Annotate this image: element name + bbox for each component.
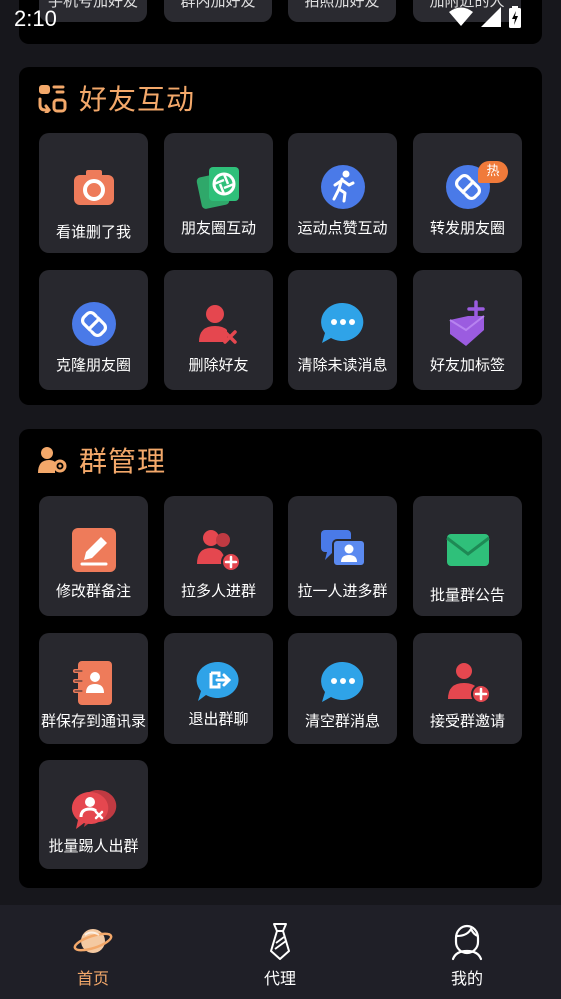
planet-icon [73,929,113,953]
accept-invite-icon [447,663,491,704]
tab-label: 我的 [450,969,483,988]
tab-agent[interactable]: 代理 [220,905,340,999]
tile-label: 退出群聊 [188,710,249,728]
tab-label: 首页 [76,969,109,988]
tile-label: 转发朋友圈 [429,219,505,237]
status-bar: 2:10 [0,0,561,38]
tile-label: 批量群公告 [429,586,505,604]
tile-label: 修改群备注 [55,582,131,600]
tile-exit-group[interactable]: 退出群聊 [164,633,273,744]
tile-label: 好友加标签 [429,356,505,374]
hot-badge: 热 [478,161,508,183]
tile-label: 删除好友 [188,356,249,374]
tile-forward-moments[interactable]: 热 转发朋友圈 [413,133,522,253]
tile-bulk-announcement[interactable]: 批量群公告 [413,496,522,616]
clone-link-icon [71,302,116,346]
tile-sport-like[interactable]: 运动点赞互动 [288,133,397,253]
tile-label: 拉一人进多群 [297,582,388,600]
tile-add-multiple-to-group[interactable]: 拉多人进群 [164,496,273,616]
running-icon [320,165,365,209]
battery-icon [509,6,521,28]
kick-user-icon [71,789,116,829]
tile-save-group-contacts[interactable]: 群保存到通讯录 [39,633,148,744]
section-title: 好友互动 [79,83,196,116]
tile-delete-friend[interactable]: 删除好友 [164,270,273,390]
tile-clear-unread[interactable]: 清除未读消息 [288,270,397,390]
tile-label: 运动点赞互动 [297,219,388,237]
section-header: 群管理 [37,443,167,478]
tile-label: 接受群邀请 [429,712,505,730]
delete-user-icon [198,305,237,344]
tile-clear-group-messages[interactable]: 清空群消息 [288,633,397,744]
tile-bulk-kick-members[interactable]: 批量踢人出群 [39,760,148,869]
tile-edit-group-remark[interactable]: 修改群备注 [39,496,148,616]
chat-bubble-icon [320,302,363,343]
signal-icon [481,7,501,27]
tile-label: 朋友圈互动 [180,219,256,237]
chat-user-icon [320,530,366,567]
tile-label: 看谁删了我 [55,223,131,241]
chat-bubble-icon [320,661,363,702]
tile-accept-group-invite[interactable]: 接受群邀请 [413,633,522,744]
section-title: 群管理 [79,445,167,478]
add-users-icon [196,530,241,572]
tile-clone-moments[interactable]: 克隆朋友圈 [39,270,148,390]
tie-icon [270,923,290,960]
contacts-book-icon [72,661,112,705]
section-friend-interaction: 好友互动 看谁删了我 朋友圈互动 运动点赞互动 热 转发朋友圈 克隆朋友圈 删除… [19,67,542,405]
bottom-tab-bar: 首页 代理 我的 [0,905,561,999]
group-manage-icon [38,447,67,473]
mail-icon [445,534,490,566]
status-time: 2:10 [14,6,57,31]
tile-label: 群保存到通讯录 [40,712,146,730]
exit-chat-icon [196,661,239,701]
tile-label: 批量踢人出群 [48,837,139,855]
edit-icon [71,528,116,572]
tile-add-one-to-groups[interactable]: 拉一人进多群 [288,496,397,616]
profile-icon [451,924,483,961]
tab-label: 代理 [263,969,296,988]
tab-mine[interactable]: 我的 [407,905,527,999]
tile-label: 清除未读消息 [297,356,388,374]
photo-album-icon [196,167,239,209]
tile-label: 克隆朋友圈 [55,356,131,374]
tile-moments-interaction[interactable]: 朋友圈互动 [164,133,273,253]
camera-icon [73,170,114,205]
section-header: 好友互动 [37,81,196,116]
interaction-icon [38,85,67,113]
wifi-icon [449,7,473,26]
tile-label: 拉多人进群 [180,582,256,600]
tab-home[interactable]: 首页 [33,905,153,999]
tile-friend-tag[interactable]: 好友加标签 [413,270,522,390]
tag-icon [448,300,485,346]
tile-see-who-deleted[interactable]: 看谁删了我 [39,133,148,253]
tile-label: 清空群消息 [304,712,380,730]
section-group-management: 群管理 修改群备注 拉多人进群 拉一人进多群 批量群公告 群保存到通讯录 退出群… [19,429,542,888]
